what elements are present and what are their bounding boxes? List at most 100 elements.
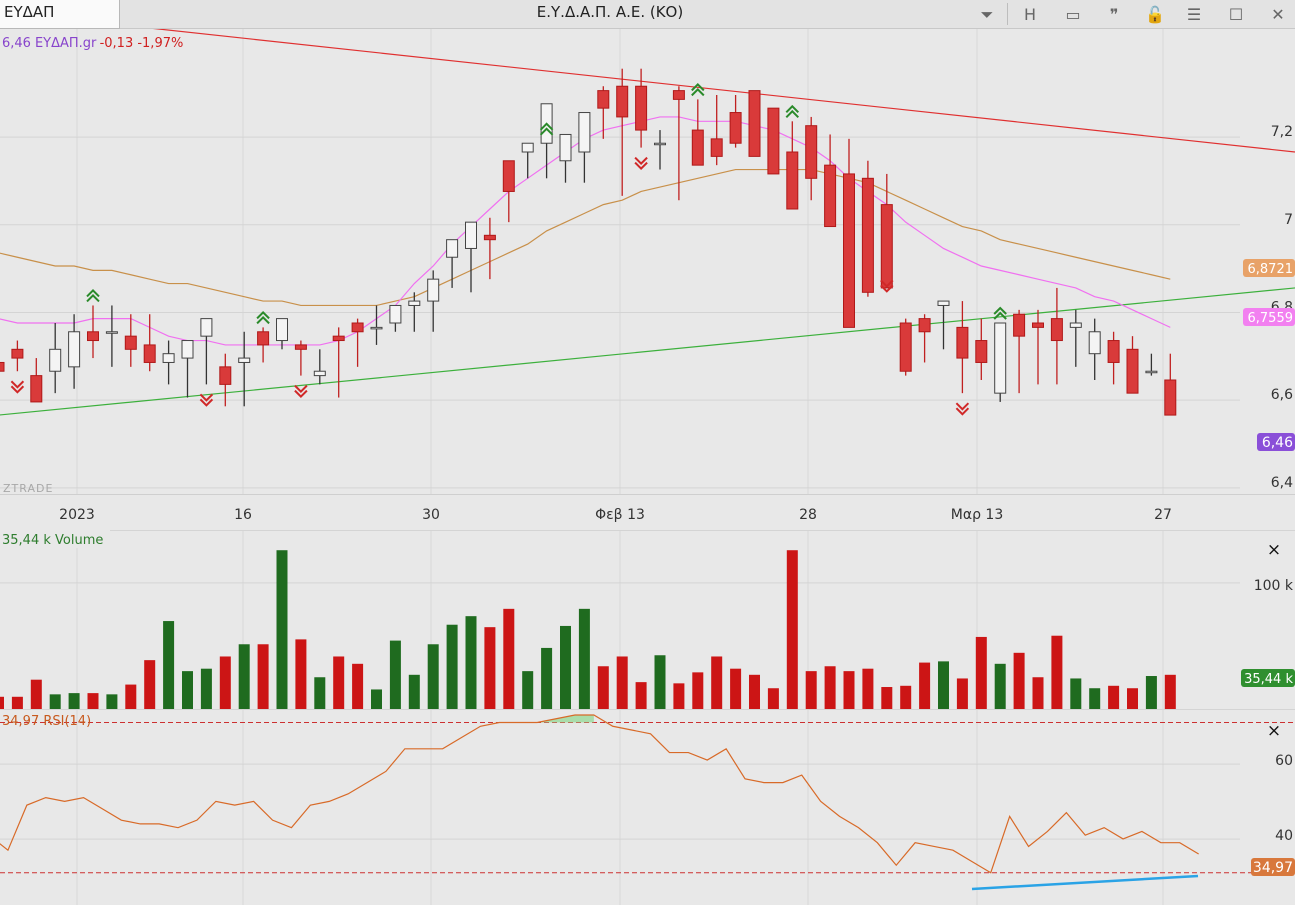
ma-slow-badge: 6,8721 <box>1243 259 1295 277</box>
price-tick-label: 7 <box>1284 212 1293 228</box>
price-tick-label: 7,2 <box>1271 124 1293 140</box>
candle-body <box>181 340 194 359</box>
price-legend-name: ΕΥΔΑΠ.gr <box>35 36 97 51</box>
candle-body <box>975 340 988 363</box>
volume-bar <box>163 621 175 709</box>
volume-bar <box>1108 685 1120 709</box>
candle-body <box>313 370 326 377</box>
volume-bar <box>49 694 61 709</box>
volume-bar <box>408 674 420 709</box>
candle-body <box>861 177 874 293</box>
candle <box>861 160 874 297</box>
toolbar-divider <box>1007 3 1008 25</box>
volume-bar <box>1164 674 1176 709</box>
volume-bar <box>730 668 742 709</box>
candle-body <box>1145 370 1158 374</box>
candle-body <box>899 322 912 372</box>
candle-body <box>786 151 799 210</box>
date-axis-label: 28 <box>799 507 817 523</box>
volume-bar <box>484 627 496 709</box>
price-legend-change: -0,13 -1,97% <box>100 36 184 51</box>
lock-icon: 🔓 <box>1145 5 1165 24</box>
candle-body <box>1126 348 1139 394</box>
candle <box>994 322 1007 402</box>
volume-bar <box>219 656 231 709</box>
dropdown-button[interactable]: ⏷ <box>970 0 1004 29</box>
candle-body <box>1032 322 1044 328</box>
volume-tick-label: 100 k <box>1254 578 1294 594</box>
volume-bar <box>333 656 345 709</box>
menu-button[interactable]: ☰ <box>1177 0 1211 29</box>
volume-bar <box>956 678 968 709</box>
price-tick-label: 6,6 <box>1271 387 1293 403</box>
date-axis-label: 16 <box>234 507 252 523</box>
candle-body <box>654 142 666 146</box>
volume-bar <box>786 550 798 709</box>
rsi-tick-label: 40 <box>1275 828 1293 844</box>
volume-bar <box>1051 635 1063 709</box>
volume-bar <box>1013 652 1025 709</box>
volume-bar <box>749 674 760 709</box>
quote-icon: ❞ <box>1109 5 1119 24</box>
panel-button[interactable]: ▭ <box>1056 0 1090 29</box>
candle-body <box>294 344 307 350</box>
candle <box>767 107 780 175</box>
candle-body <box>0 361 5 372</box>
candle-body <box>937 300 950 306</box>
volume-bar <box>635 682 647 709</box>
volume-bar <box>106 694 118 709</box>
candle-body <box>710 138 723 157</box>
close-button[interactable]: ✕ <box>1261 0 1295 29</box>
rsi-badge: 34,97 <box>1251 858 1295 876</box>
h-button[interactable]: H <box>1013 0 1047 29</box>
date-axis-label: 30 <box>422 507 440 523</box>
candle-body <box>672 90 685 100</box>
volume-close-icon: × <box>1267 540 1281 560</box>
volume-bar <box>560 625 571 709</box>
lock-button[interactable]: 🔓 <box>1138 0 1172 29</box>
candle-body <box>1088 331 1101 355</box>
panel-icon: ▭ <box>1065 5 1081 24</box>
volume-bar <box>1127 688 1138 709</box>
candle-body <box>880 204 893 289</box>
ma-fast-badge-text: 6,7559 <box>1248 311 1294 326</box>
volume-bar <box>805 671 817 709</box>
volume-bar <box>295 639 307 709</box>
volume-bar <box>1070 678 1082 709</box>
volume-bar <box>862 668 874 709</box>
candle-body <box>748 90 761 157</box>
volume-bar <box>389 640 401 709</box>
date-axis-label: Φεβ 13 <box>595 507 645 523</box>
candle-body <box>767 107 780 175</box>
quote-button[interactable]: ❞ <box>1097 0 1131 29</box>
candle-body <box>1164 379 1177 416</box>
volume-bar <box>427 644 439 709</box>
candle-body <box>597 90 610 109</box>
volume-legend: 35,44 k Volume <box>2 533 103 548</box>
volume-bar <box>1089 688 1101 709</box>
candle-body <box>635 85 648 131</box>
maximize-button[interactable]: ☐ <box>1219 0 1253 29</box>
candle-body <box>1069 322 1082 328</box>
volume-bar <box>352 663 364 709</box>
volume-bar <box>522 671 534 709</box>
chart-area[interactable]: 7,276,86,66,4ZTRADE6,46 ΕΥΔΑΠ.gr -0,13 -1,… <box>0 29 1295 905</box>
volume-bar <box>938 661 949 709</box>
candle-body <box>370 326 383 330</box>
tab-evdap[interactable]: ΕΥΔΑΠ <box>0 0 120 29</box>
chevron-down-icon: ⏷ <box>980 4 994 24</box>
volume-bar <box>994 663 1006 709</box>
watermark-ztrade: ZTRADE <box>3 482 53 495</box>
volume-bar <box>238 644 250 709</box>
candle-body <box>918 318 931 333</box>
volume-bar <box>843 671 855 709</box>
volume-bar <box>541 647 553 709</box>
volume-bar <box>711 656 723 709</box>
price-legend: 6,46 ΕΥΔΑΠ.gr -0,13 -1,97% <box>2 36 183 51</box>
volume-bar <box>371 689 382 709</box>
candle-body <box>578 112 591 153</box>
candle-body <box>124 335 137 350</box>
volume-bar <box>975 636 987 709</box>
volume-bar <box>767 688 779 709</box>
candle-body <box>1050 318 1063 342</box>
